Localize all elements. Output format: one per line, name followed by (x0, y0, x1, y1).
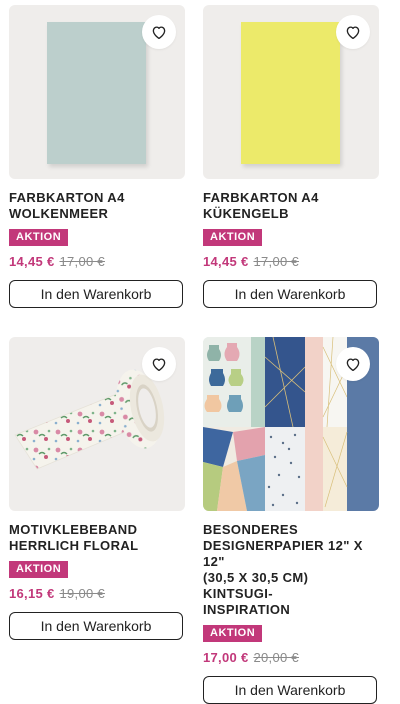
title-line: DESIGNERPAPIER 12" X 12" (203, 538, 363, 569)
product-image[interactable] (203, 5, 379, 179)
title-line: FARBKARTON A4 (203, 190, 319, 205)
heart-icon (152, 358, 166, 372)
favorite-button[interactable] (336, 347, 370, 381)
sale-price: 14,45 € (9, 254, 55, 269)
product-card: FARBKARTON A4 WOLKENMEER AKTION 14,45 €1… (9, 5, 187, 308)
title-line: HERRLICH FLORAL (9, 538, 139, 553)
sale-price: 16,15 € (9, 586, 55, 601)
sale-badge: AKTION (203, 229, 263, 246)
original-price: 19,00 € (59, 586, 105, 601)
price-row: 17,00 € 20,00 € (203, 650, 381, 665)
title-line: MOTIVKLEBEBAND (9, 522, 138, 537)
cardstock-sheet (241, 22, 340, 164)
price-row: 14,45 € 17,00 € (203, 254, 381, 269)
sale-badge: AKTION (9, 229, 69, 246)
product-card: BESONDERES DESIGNERPAPIER 12" X 12" (30,… (203, 337, 381, 704)
add-to-cart-button[interactable]: In den Warenkorb (203, 676, 377, 704)
title-line: (30,5 X 30,5 CM) KINTSUGI- (203, 570, 309, 601)
title-line: INSPIRATION (203, 602, 291, 617)
heart-icon (152, 26, 166, 40)
price-row: 16,15 € 19,00 € (9, 586, 187, 601)
title-line: FARBKARTON A4 (9, 190, 125, 205)
sale-badge: AKTION (9, 561, 69, 578)
favorite-button[interactable] (142, 347, 176, 381)
original-price: 17,00 € (59, 254, 105, 269)
original-price: 17,00 € (253, 254, 299, 269)
heart-icon (346, 26, 360, 40)
product-title[interactable]: MOTIVKLEBEBAND HERRLICH FLORAL (9, 522, 187, 554)
sale-price: 14,45 € (203, 254, 249, 269)
add-to-cart-button[interactable]: In den Warenkorb (9, 612, 183, 640)
product-card: FARBKARTON A4 KÜKENGELB AKTION 14,45 € 17… (203, 5, 381, 308)
favorite-button[interactable] (336, 15, 370, 49)
product-title[interactable]: BESONDERES DESIGNERPAPIER 12" X 12" (30,… (203, 522, 381, 618)
product-title[interactable]: FARBKARTON A4 WOLKENMEER (9, 190, 187, 222)
cardstock-sheet (47, 22, 146, 164)
title-line: WOLKENMEER (9, 206, 109, 221)
add-to-cart-button[interactable]: In den Warenkorb (203, 280, 377, 308)
sale-badge: AKTION (203, 625, 263, 642)
title-line: BESONDERES (203, 522, 299, 537)
price-row: 14,45 € 17,00 € (9, 254, 187, 269)
sale-price: 17,00 € (203, 650, 249, 665)
product-image[interactable] (9, 337, 185, 511)
title-line: KÜKENGELB (203, 206, 289, 221)
original-price: 20,00 € (253, 650, 299, 665)
heart-icon (346, 358, 360, 372)
product-card: MOTIVKLEBEBAND HERRLICH FLORAL AKTION 16… (9, 337, 187, 640)
add-to-cart-button[interactable]: In den Warenkorb (9, 280, 183, 308)
product-image[interactable] (9, 5, 185, 179)
favorite-button[interactable] (142, 15, 176, 49)
product-image[interactable] (203, 337, 379, 511)
product-title[interactable]: FARBKARTON A4 KÜKENGELB (203, 190, 381, 222)
product-grid: FARBKARTON A4 WOLKENMEER AKTION 14,45 €1… (0, 0, 400, 704)
